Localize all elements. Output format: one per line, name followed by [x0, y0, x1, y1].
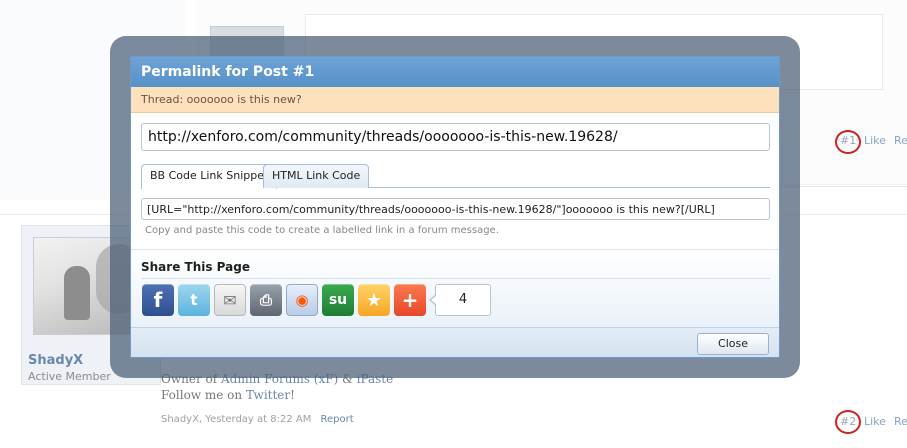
annotation-circle: [835, 410, 861, 434]
link-code-tabs: BB Code Link Snippet HTML Link Code: [141, 164, 770, 189]
stumbleupon-icon[interactable]: su: [322, 284, 354, 316]
post-2-reply-link[interactable]: Re: [894, 415, 907, 428]
email-icon[interactable]: ✉: [214, 284, 246, 316]
dialog-footer: Close: [131, 327, 779, 357]
tab-bb-code-link-snippet[interactable]: BB Code Link Snippet: [141, 164, 278, 189]
facebook-icon[interactable]: f: [142, 284, 174, 316]
post-meta: ShadyX, Yesterday at 8:22 AM Report: [161, 414, 354, 425]
dialog-title: Permalink for Post #1: [131, 57, 779, 87]
annotation-circle: [835, 130, 861, 154]
close-button[interactable]: Close: [697, 333, 769, 355]
report-link[interactable]: Report: [321, 414, 354, 425]
user-title: Active Member: [28, 370, 111, 383]
signature-text: Follow me on: [161, 388, 243, 402]
share-section: Share This Page f t ✉ ⎙ ◉ su ★ + 4: [131, 249, 779, 327]
signature-text: !: [290, 388, 295, 402]
twitter-icon[interactable]: t: [178, 284, 210, 316]
snippet-hint: Copy and paste this code to create a lab…: [145, 225, 499, 236]
tab-html-link-code[interactable]: HTML Link Code: [263, 164, 370, 188]
share-title: Share This Page: [141, 260, 250, 274]
post-2-like-link[interactable]: Like: [864, 415, 886, 428]
post-1-reply-link[interactable]: Re: [894, 134, 907, 147]
username-link[interactable]: ShadyX: [28, 353, 83, 368]
divider: [141, 278, 770, 279]
post-byline[interactable]: ShadyX, Yesterday at 8:22 AM: [161, 414, 311, 425]
signature-link-twitter[interactable]: Twitter: [246, 388, 290, 402]
permalink-dialog: Permalink for Post #1 Thread: ooooooo is…: [130, 56, 780, 358]
post-1-like-link[interactable]: Like: [864, 134, 886, 147]
share-count: 4: [435, 284, 491, 316]
avatar-figure-shape: [64, 266, 90, 320]
share-count-pointer-inner: [431, 295, 437, 305]
permalink-url-input[interactable]: [141, 123, 770, 151]
thread-info-bar: Thread: ooooooo is this new?: [131, 87, 779, 113]
favorite-star-icon[interactable]: ★: [358, 284, 390, 316]
bb-code-snippet-input[interactable]: [141, 198, 770, 220]
add-plus-icon[interactable]: +: [394, 284, 426, 316]
reddit-icon[interactable]: ◉: [286, 284, 318, 316]
print-icon[interactable]: ⎙: [250, 284, 282, 316]
